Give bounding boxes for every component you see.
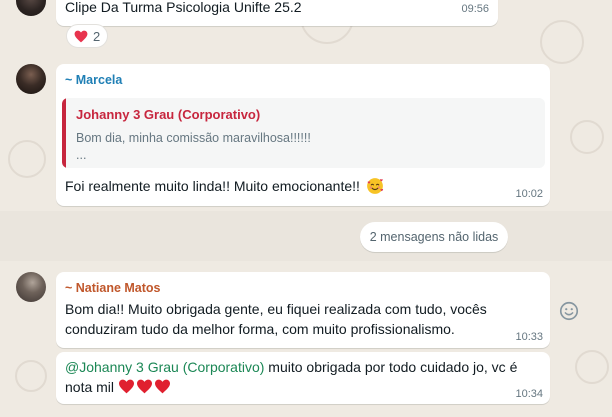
red-heart-icon (154, 379, 170, 394)
red-heart-icon (118, 379, 134, 394)
quote-ellipsis: ... (76, 148, 87, 162)
sender-name[interactable]: ~ Natiane Matos (65, 281, 161, 295)
message-text-line: nota mil (65, 377, 172, 397)
message-time: 09:56 (461, 3, 489, 15)
quote-accent-bar (62, 98, 66, 168)
red-heart-icon (136, 379, 152, 394)
message-text-line: Bom dia!! Muito obrigada gente, eu fique… (65, 301, 487, 317)
wallpaper-doodle (575, 350, 609, 384)
message-text-line: @Johanny 3 Grau (Corporativo) muito obri… (65, 357, 517, 377)
message-time: 10:33 (515, 331, 543, 343)
emoji-reaction-icon[interactable] (558, 300, 580, 322)
message-text-line: conduziram tudo da melhor forma, com mui… (65, 321, 455, 337)
mention-link[interactable]: @Johanny 3 Grau (Corporativo) (65, 359, 264, 375)
quote-author: Johanny 3 Grau (Corporativo) (76, 107, 261, 122)
heart-icon (74, 30, 88, 42)
message-time: 10:34 (515, 388, 543, 400)
message-bubble[interactable]: ~ Natiane Matos Bom dia!! Muito obrigada… (56, 272, 550, 348)
message-text-content: muito obrigada por todo cuidado jo, vc é (264, 359, 518, 375)
sender-name[interactable]: ~ Marcela (65, 73, 122, 87)
avatar[interactable] (16, 64, 46, 94)
wallpaper-doodle (570, 120, 604, 154)
message-bubble[interactable]: @Johanny 3 Grau (Corporativo) muito obri… (56, 352, 550, 404)
message-bubble[interactable]: Clipe Da Turma Psicologia Unifte 25.2 09… (56, 0, 498, 26)
quote-text: Bom dia, minha comissão maravilhosa!!!!!… (76, 131, 311, 145)
message-time: 10:02 (515, 188, 543, 200)
wallpaper-doodle (8, 140, 46, 178)
message-text-content: nota mil (65, 379, 115, 395)
reaction-count: 2 (93, 28, 101, 44)
message-text-content: Foi realmente muito linda!! Muito emocio… (65, 178, 360, 194)
wallpaper-doodle (540, 20, 584, 64)
quoted-message[interactable]: Johanny 3 Grau (Corporativo) Bom dia, mi… (62, 98, 545, 168)
avatar[interactable] (16, 272, 46, 302)
unread-divider-band (0, 211, 612, 261)
smiling-face-with-hearts-icon (366, 178, 383, 194)
message-text: Foi realmente muito linda!! Muito emocio… (65, 176, 384, 196)
avatar[interactable] (16, 0, 46, 16)
unread-messages-pill: 2 mensagens não lidas (360, 222, 508, 252)
reaction-badge[interactable]: 2 (66, 24, 109, 48)
wallpaper-doodle (15, 360, 47, 392)
message-text: Clipe Da Turma Psicologia Unifte 25.2 (65, 0, 302, 15)
message-bubble[interactable]: ~ Marcela Johanny 3 Grau (Corporativo) B… (56, 64, 550, 206)
